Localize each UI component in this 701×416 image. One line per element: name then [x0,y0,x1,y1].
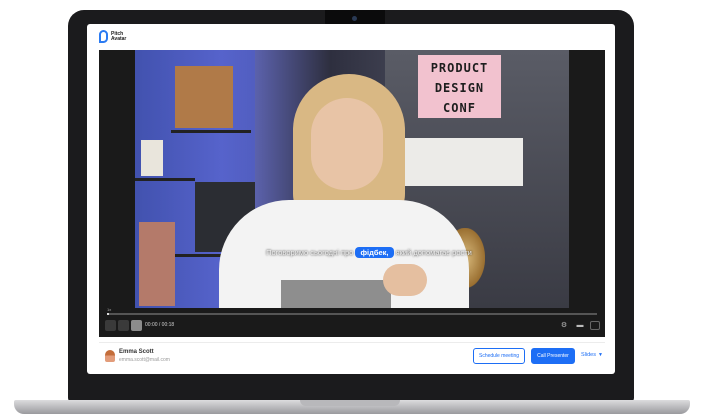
app-screen: Pitch Avatar PRODUCT DESIGN CONF Поговор… [87,24,615,374]
fullscreen-icon[interactable] [590,321,600,330]
decor-vase [141,140,163,176]
video-progress-fill [107,313,110,315]
call-presenter-button[interactable]: Call Presenter [531,348,575,364]
speed-label[interactable]: 1x [107,307,111,312]
decor-frames [403,138,523,186]
forward-icon[interactable] [131,320,142,331]
user-name: Emma Scott [119,349,154,355]
pitch-avatar-logo-icon [99,30,108,43]
shelf [171,130,251,133]
video-player[interactable]: PRODUCT DESIGN CONF Поговоримо сьогодні … [99,50,605,337]
decor-book [175,66,233,128]
subtitle-text: який допомагає рости [393,248,472,257]
product-design-conf-sign: PRODUCT DESIGN CONF [418,55,501,118]
presenter-shirt-print [281,280,391,308]
laptop-notch [300,400,400,406]
slides-label: Slides [581,352,596,358]
video-frame[interactable]: PRODUCT DESIGN CONF Поговоримо сьогодні … [135,50,569,308]
settings-icon[interactable]: ⚙ [559,321,569,330]
sign-line: CONF [443,101,476,115]
subtitle-highlight-word: фідбек, [355,247,394,258]
avatar [105,350,115,362]
captions-icon[interactable]: ▬ [575,321,585,330]
video-progress-bar[interactable] [107,313,597,315]
slides-dropdown[interactable]: Slides ▼ [581,352,603,358]
app-logo[interactable]: Pitch Avatar [99,30,133,43]
shelf [135,178,195,181]
logo-text: Pitch Avatar [111,30,127,42]
sign-line: DESIGN [434,81,485,95]
play-icon[interactable] [118,320,129,331]
schedule-meeting-button[interactable]: Schedule meeting [473,348,525,364]
user-email: emma.scott@mail.com [119,357,170,363]
presenter-hand [383,264,427,296]
sign-line: PRODUCT [430,61,489,75]
presenter-face [311,98,383,190]
subtitle-text: Поговоримо сьогодні про [266,248,356,257]
video-time: 00:00 / 00:18 [145,322,175,328]
video-controls: 00:00 / 00:18 ⚙ ▬ [99,317,605,337]
video-subtitle: Поговоримо сьогодні про фідбек, який доп… [231,247,507,258]
rewind-icon[interactable] [105,320,116,331]
presenter-footer: Emma Scott emma.scott@mail.com Schedule … [99,342,605,368]
decor-book [139,222,175,306]
chevron-down-icon: ▼ [597,352,603,358]
